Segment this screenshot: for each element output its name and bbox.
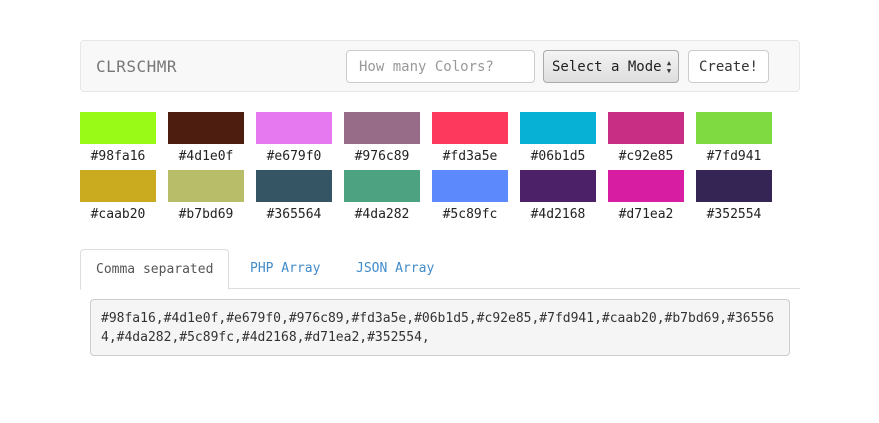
color-count-input[interactable]: [346, 50, 535, 83]
color-swatch[interactable]: #c92e85: [608, 112, 684, 167]
color-swatch[interactable]: #d71ea2: [608, 170, 684, 225]
swatch-color-block[interactable]: [608, 112, 684, 144]
swatch-color-block[interactable]: [80, 112, 156, 144]
swatch-color-block[interactable]: [696, 170, 772, 202]
swatch-hex-label: #98fa16: [90, 149, 146, 164]
output-text[interactable]: #98fa16,#4d1e0f,#e679f0,#976c89,#fd3a5e,…: [90, 299, 790, 356]
swatch-color-block[interactable]: [520, 112, 596, 144]
tab-comma-separated[interactable]: Comma separated: [80, 249, 230, 290]
swatch-color-block[interactable]: [168, 170, 244, 202]
swatch-hex-label: #c92e85: [618, 149, 674, 164]
swatch-hex-label: #fd3a5e: [442, 149, 498, 164]
swatch-color-block[interactable]: [608, 170, 684, 202]
swatch-hex-label: #caab20: [90, 207, 146, 222]
color-swatch[interactable]: #caab20: [80, 170, 156, 225]
swatch-hex-label: #352554: [706, 207, 762, 222]
color-swatch[interactable]: #5c89fc: [432, 170, 508, 225]
color-swatch[interactable]: #4da282: [344, 170, 420, 225]
swatch-color-block[interactable]: [80, 170, 156, 202]
mode-select-value: Select a Mode: [552, 58, 662, 75]
swatch-hex-label: #4da282: [354, 207, 410, 222]
swatch-hex-label: #d71ea2: [618, 207, 674, 222]
swatch-color-block[interactable]: [344, 112, 420, 144]
swatch-color-block[interactable]: [432, 170, 508, 202]
swatch-hex-label: #4d1e0f: [178, 149, 234, 164]
swatch-hex-label: #5c89fc: [442, 207, 498, 222]
swatch-hex-label: #b7bd69: [178, 207, 234, 222]
swatch-grid: #98fa16 #4d1e0f #e679f0 #976c89 #fd3a5e #06b1…: [80, 112, 780, 225]
swatch-color-block[interactable]: [696, 112, 772, 144]
tab-json-array[interactable]: JSON Array: [341, 249, 449, 289]
color-swatch[interactable]: #365564: [256, 170, 332, 225]
swatch-color-block[interactable]: [256, 112, 332, 144]
color-swatch[interactable]: #98fa16: [80, 112, 156, 167]
swatch-color-block[interactable]: [344, 170, 420, 202]
swatch-color-block[interactable]: [520, 170, 596, 202]
brand-title[interactable]: CLRSCHMR: [96, 57, 177, 76]
color-swatch[interactable]: #06b1d5: [520, 112, 596, 167]
color-swatch[interactable]: #e679f0: [256, 112, 332, 167]
color-swatch[interactable]: #7fd941: [696, 112, 772, 167]
swatch-hex-label: #7fd941: [706, 149, 762, 164]
color-swatch[interactable]: #fd3a5e: [432, 112, 508, 167]
swatch-hex-label: #4d2168: [530, 207, 586, 222]
swatch-color-block[interactable]: [256, 170, 332, 202]
color-swatch[interactable]: #4d2168: [520, 170, 596, 225]
swatch-hex-label: #e679f0: [266, 149, 322, 164]
navbar: CLRSCHMR Select a Mode ▲▼ Create!: [80, 40, 800, 92]
create-button[interactable]: Create!: [688, 50, 769, 83]
tab-php-array[interactable]: PHP Array: [235, 249, 335, 289]
swatch-hex-label: #976c89: [354, 149, 410, 164]
color-swatch[interactable]: #4d1e0f: [168, 112, 244, 167]
color-swatch[interactable]: #352554: [696, 170, 772, 225]
color-swatch[interactable]: #b7bd69: [168, 170, 244, 225]
swatch-hex-label: #06b1d5: [530, 149, 586, 164]
swatch-hex-label: #365564: [266, 207, 322, 222]
output-tabs: Comma separated PHP Array JSON Array: [80, 249, 800, 290]
mode-select[interactable]: Select a Mode ▲ ▼: [543, 50, 679, 83]
color-swatch[interactable]: #976c89: [344, 112, 420, 167]
select-arrows-icon: ▲ ▼: [666, 59, 672, 75]
swatch-color-block[interactable]: [432, 112, 508, 144]
swatch-color-block[interactable]: [168, 112, 244, 144]
